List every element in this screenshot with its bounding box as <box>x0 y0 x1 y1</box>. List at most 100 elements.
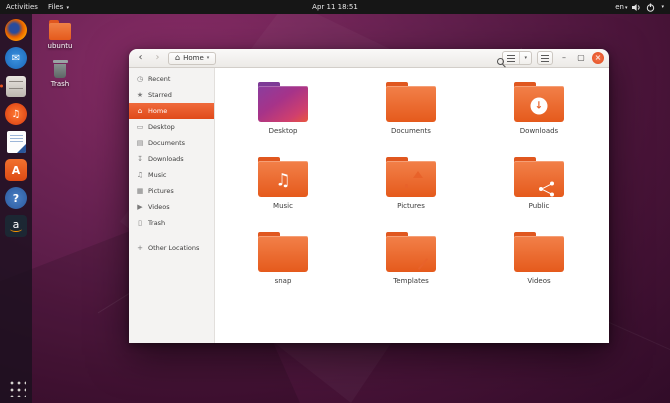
dock-item-amazon[interactable] <box>4 214 28 238</box>
folder-snap[interactable]: snap <box>233 232 333 307</box>
music-note-icon: ♫ <box>136 172 144 179</box>
sidebar-item-downloads[interactable]: ↧ Downloads <box>129 151 214 167</box>
file-grid: Desktop Documents Downloads Music <box>215 68 609 343</box>
show-applications-icon <box>7 378 26 397</box>
folder-icon <box>49 23 71 40</box>
back-button[interactable]: ‹ <box>134 52 147 65</box>
rhythmbox-icon <box>5 103 27 125</box>
dock-item-libreoffice-writer[interactable] <box>4 130 28 154</box>
folder-videos[interactable]: Videos <box>489 232 589 307</box>
chevron-down-icon: ▾ <box>625 5 628 11</box>
folder-icon <box>514 157 564 197</box>
desktop-icon-label: Trash <box>51 80 70 88</box>
document-icon: ▤ <box>136 140 144 147</box>
folder-icon <box>386 232 436 272</box>
home-icon: ⌂ <box>136 108 144 115</box>
list-view-icon <box>507 55 515 62</box>
sidebar-item-music[interactable]: ♫ Music <box>129 167 214 183</box>
download-emblem-icon <box>531 98 548 115</box>
ubuntu-software-icon <box>5 159 27 181</box>
show-applications-button[interactable] <box>4 375 28 399</box>
top-bar: Activities Files ▾ Apr 11 18:51 en▾ ▾ <box>0 0 670 14</box>
libreoffice-writer-icon <box>7 131 26 153</box>
trash-icon <box>53 60 68 78</box>
power-icon <box>646 3 655 12</box>
download-icon: ↧ <box>136 156 144 163</box>
sidebar-item-other-locations[interactable]: + Other Locations <box>129 240 214 256</box>
picture-icon: ▦ <box>136 188 144 195</box>
sidebar-item-documents[interactable]: ▤ Documents <box>129 135 214 151</box>
folder-documents[interactable]: Documents <box>361 82 461 157</box>
folder-icon <box>386 157 436 197</box>
forward-button[interactable]: › <box>151 52 164 65</box>
dock-item-rhythmbox[interactable] <box>4 102 28 126</box>
dock <box>0 14 32 403</box>
chevron-down-icon: ▾ <box>207 55 210 61</box>
music-emblem-icon <box>275 173 290 190</box>
video-icon: ▶ <box>136 204 144 211</box>
sidebar-item-pictures[interactable]: ▦ Pictures <box>129 183 214 199</box>
desktop-icons: ubuntu Trash <box>42 20 78 88</box>
trash-icon: ▯ <box>136 220 144 227</box>
folder-templates[interactable]: Templates <box>361 232 461 307</box>
desktop-folder-icon <box>258 82 308 122</box>
sidebar-item-desktop[interactable]: ▭ Desktop <box>129 119 214 135</box>
desktop-icon-label: ubuntu <box>48 42 73 50</box>
desktop-icon-trash[interactable]: Trash <box>42 60 78 88</box>
star-icon: ★ <box>136 92 144 99</box>
help-icon <box>5 187 27 209</box>
folder-icon <box>258 157 308 197</box>
files-window: ‹ › ⌂ Home ▾ ▾ – ▢ × ◷ Recent ★ <box>129 49 609 343</box>
folder-icon <box>258 232 308 272</box>
dock-item-ubuntu-software[interactable] <box>4 158 28 182</box>
folder-desktop[interactable]: Desktop <box>233 82 333 157</box>
system-status-area[interactable]: en▾ ▾ <box>615 3 664 12</box>
desktop-icon: ▭ <box>136 124 144 131</box>
dock-item-help[interactable] <box>4 186 28 210</box>
clock-icon: ◷ <box>136 76 144 83</box>
menu-button[interactable] <box>537 51 553 65</box>
activities-button[interactable]: Activities <box>6 3 38 11</box>
amazon-icon <box>5 215 27 237</box>
plus-icon: + <box>136 245 144 252</box>
path-label: Home <box>183 54 204 62</box>
folder-pictures[interactable]: Pictures <box>361 157 461 232</box>
minimize-button[interactable]: – <box>558 52 570 64</box>
home-icon: ⌂ <box>175 54 180 62</box>
sidebar-item-trash[interactable]: ▯ Trash <box>129 215 214 231</box>
folder-music[interactable]: Music <box>233 157 333 232</box>
app-menu-button[interactable]: Files ▾ <box>48 3 69 11</box>
folder-downloads[interactable]: Downloads <box>489 82 589 157</box>
chevron-down-icon: ▾ <box>661 4 664 10</box>
path-button[interactable]: ⌂ Home ▾ <box>168 52 216 65</box>
firefox-icon <box>5 19 27 41</box>
maximize-button[interactable]: ▢ <box>575 52 587 64</box>
view-mode-segment[interactable] <box>503 52 519 64</box>
sidebar-item-home[interactable]: ⌂ Home <box>129 103 214 119</box>
files-icon <box>6 76 26 97</box>
running-indicator <box>0 85 3 88</box>
chevron-down-icon: ▾ <box>67 5 70 11</box>
dock-item-thunderbird[interactable] <box>4 46 28 70</box>
input-source-indicator[interactable]: en▾ <box>615 3 627 11</box>
chevron-down-icon: ▾ <box>524 55 527 61</box>
sidebar: ◷ Recent ★ Starred ⌂ Home ▭ Desktop ▤ Do… <box>129 68 215 343</box>
folder-icon <box>386 82 436 122</box>
sidebar-item-starred[interactable]: ★ Starred <box>129 87 214 103</box>
folder-icon <box>514 82 564 122</box>
view-options-segment[interactable]: ▾ <box>519 52 531 64</box>
volume-icon <box>632 3 641 12</box>
folder-public[interactable]: Public <box>489 157 589 232</box>
view-toggle-button[interactable]: ▾ <box>502 51 532 65</box>
window-headerbar[interactable]: ‹ › ⌂ Home ▾ ▾ – ▢ × <box>129 49 609 68</box>
thunderbird-icon <box>5 47 27 69</box>
dock-item-files[interactable] <box>4 74 28 98</box>
folder-icon <box>514 232 564 272</box>
desktop-icon-ubuntu[interactable]: ubuntu <box>42 20 78 50</box>
sidebar-item-recent[interactable]: ◷ Recent <box>129 71 214 87</box>
hamburger-icon <box>541 55 549 62</box>
clock[interactable]: Apr 11 18:51 <box>312 3 358 11</box>
close-button[interactable]: × <box>592 52 604 64</box>
dock-item-firefox[interactable] <box>4 18 28 42</box>
sidebar-item-videos[interactable]: ▶ Videos <box>129 199 214 215</box>
